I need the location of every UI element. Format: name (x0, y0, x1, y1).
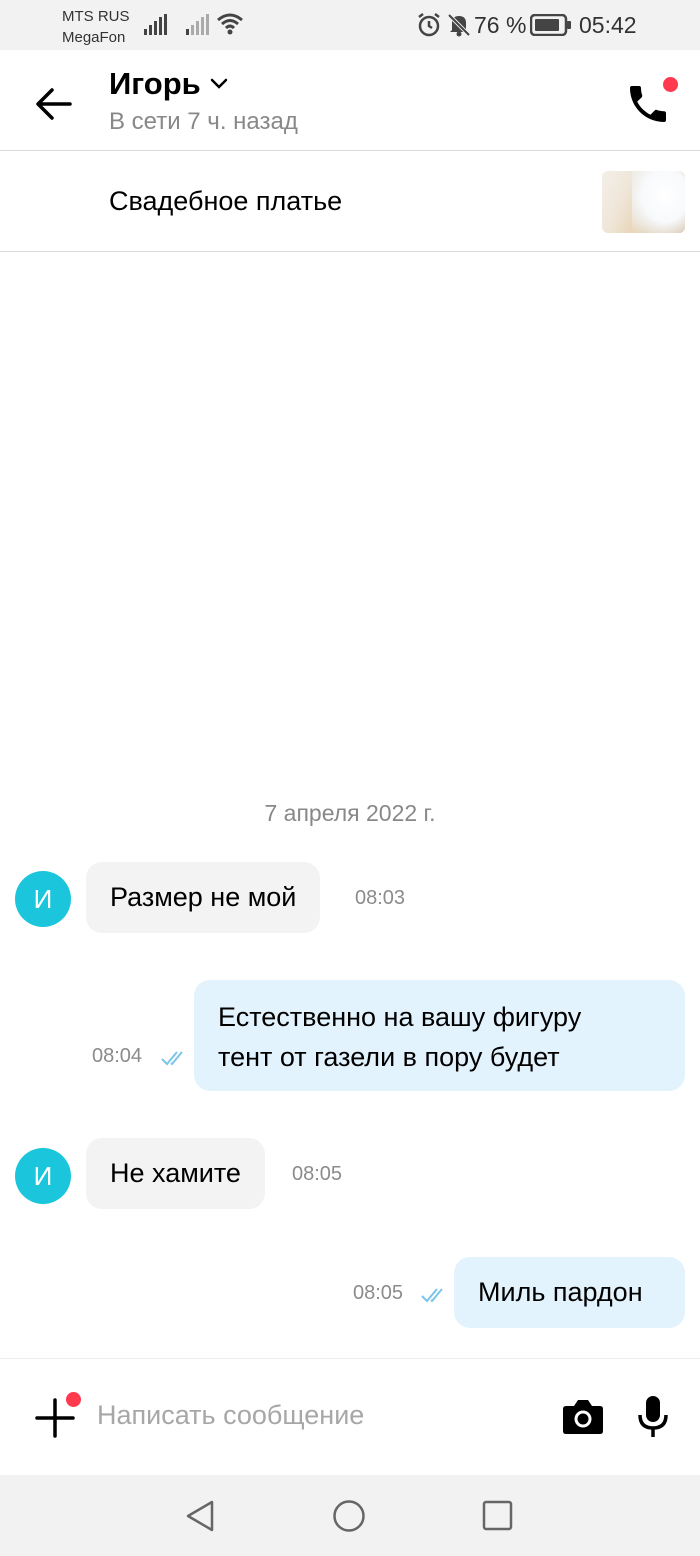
call-notification-dot (663, 77, 678, 92)
attach-notification-dot (66, 1392, 81, 1407)
double-check-icon (161, 1051, 183, 1066)
listing-title[interactable]: Свадебное платье (109, 186, 342, 217)
system-nav-bar (0, 1475, 700, 1556)
contact-status: В сети 7 ч. назад (109, 108, 298, 135)
status-clock: 05:42 (579, 12, 637, 38)
message-bubble-outgoing: Миль пардон (454, 1257, 685, 1328)
camera-icon[interactable] (562, 1397, 604, 1435)
message-text: Размер не мой (110, 882, 297, 912)
listing-thumbnail[interactable] (602, 171, 685, 233)
avatar[interactable]: И (15, 1148, 71, 1204)
chevron-down-icon[interactable] (210, 78, 228, 90)
message-bubble-outgoing: Естественно на вашу фигуру тент от газел… (194, 980, 685, 1091)
carrier-labels: MTS RUS MegaFon (62, 6, 130, 48)
double-check-icon (421, 1288, 443, 1303)
message-composer (0, 1358, 700, 1475)
message-bubble-incoming: Размер не мой (86, 862, 321, 933)
message-time: 08:05 (353, 1282, 404, 1304)
message-time: 08:05 (292, 1163, 343, 1185)
signal-weak-icon (186, 14, 209, 35)
back-arrow-icon[interactable] (34, 86, 74, 122)
chat-header: Игорь В сети 7 ч. назад (0, 50, 700, 151)
nav-back-icon[interactable] (184, 1499, 216, 1533)
status-bar: MTS RUS MegaFon 76 % 05:42 (0, 0, 700, 50)
contact-name[interactable]: Игорь (109, 66, 201, 102)
listing-row[interactable]: Свадебное платье (0, 152, 700, 252)
message-text: Миль пардон (478, 1277, 643, 1307)
carrier-name-2: MegaFon (62, 29, 126, 46)
alarm-icon (418, 13, 440, 37)
message-time: 08:04 (92, 1045, 143, 1067)
message-text-line: Естественно на вашу фигуру (218, 1002, 582, 1032)
signal-icon (144, 14, 167, 35)
message-input[interactable] (97, 1393, 537, 1437)
dress-image (632, 171, 685, 233)
avatar[interactable]: И (15, 871, 71, 927)
message-bubble-incoming: Не хамите (86, 1138, 265, 1209)
message-time: 08:03 (355, 887, 406, 909)
battery-icon (530, 14, 571, 36)
microphone-icon[interactable] (637, 1395, 669, 1439)
message-text-line: тент от газели в пору будет (218, 1042, 560, 1072)
battery-percent: 76 % (474, 12, 527, 38)
nav-recents-icon[interactable] (482, 1500, 514, 1532)
wifi-icon (217, 13, 243, 35)
nav-home-icon[interactable] (332, 1499, 366, 1533)
message-text: Не хамите (110, 1158, 241, 1188)
bell-muted-icon (447, 13, 471, 37)
carrier-name-1: MTS RUS (62, 8, 130, 25)
date-separator: 7 апреля 2022 г. (264, 800, 436, 826)
